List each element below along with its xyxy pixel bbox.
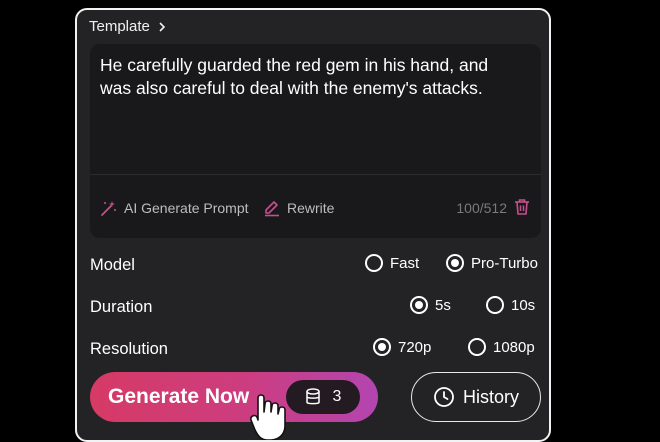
trash-icon[interactable] (513, 198, 531, 216)
rewrite-button[interactable]: Rewrite (263, 199, 334, 217)
ai-generate-prompt-button[interactable]: AI Generate Prompt (100, 199, 249, 217)
resolution-label: Resolution (90, 340, 168, 358)
history-button[interactable]: History (411, 372, 541, 422)
chevron-right-icon (159, 21, 166, 32)
credit-cost-value: 3 (332, 388, 342, 405)
model-label: Model (90, 256, 135, 274)
magic-wand-icon (101, 201, 116, 216)
model-option-pro-turbo[interactable]: Pro-Turbo (446, 254, 538, 272)
credit-cost-badge: 3 (286, 380, 360, 414)
model-option-fast-label: Fast (390, 254, 420, 272)
generate-now-label: Generate Now (108, 385, 250, 408)
template-label: Template (89, 18, 150, 35)
resolution-option-720p[interactable]: 720p (373, 338, 431, 356)
duration-option-10s-label: 10s (511, 296, 536, 314)
model-option-pro-turbo-label: Pro-Turbo (471, 254, 538, 272)
duration-option-5s-label: 5s (435, 296, 451, 314)
duration-option-10s[interactable]: 10s (486, 296, 535, 314)
pencil-icon (265, 201, 279, 217)
history-label: History (462, 386, 519, 407)
generate-now-button[interactable]: Generate Now 3 (90, 372, 378, 422)
clock-icon (434, 387, 454, 407)
radio-pro-turbo[interactable] (446, 254, 464, 272)
resolution-option-1080p-label: 1080p (493, 338, 535, 356)
video-generator-panel: Template He carefully guarded the red ge… (75, 8, 551, 442)
ai-generate-prompt-label: AI Generate Prompt (124, 200, 249, 216)
radio-fast[interactable] (365, 254, 383, 272)
radio-1080p[interactable] (468, 338, 486, 356)
database-icon (305, 388, 320, 405)
template-link[interactable]: Template (89, 18, 168, 35)
model-option-fast[interactable]: Fast (365, 254, 419, 272)
prompt-textarea[interactable]: He carefully guarded the red gem in his … (100, 54, 520, 100)
duration-label: Duration (90, 298, 153, 316)
radio-5s[interactable] (410, 296, 428, 314)
rewrite-label: Rewrite (287, 200, 335, 216)
duration-option-5s[interactable]: 5s (410, 296, 451, 314)
prompt-box[interactable]: He carefully guarded the red gem in his … (90, 44, 541, 238)
radio-720p[interactable] (373, 338, 391, 356)
radio-10s[interactable] (486, 296, 504, 314)
hand-pointer-cursor-icon (250, 394, 286, 440)
prompt-divider (90, 174, 541, 175)
resolution-option-720p-label: 720p (398, 338, 432, 356)
character-count: 100/512 (456, 200, 507, 216)
resolution-option-1080p[interactable]: 1080p (468, 338, 535, 356)
